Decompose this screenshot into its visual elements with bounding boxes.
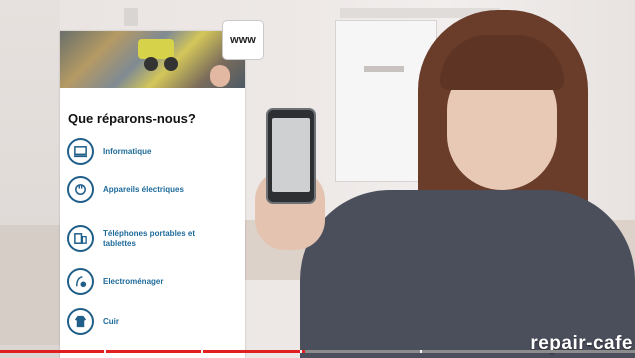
wall-socket [124, 8, 138, 26]
website-button[interactable]: www [222, 20, 264, 60]
chapter-marker [104, 350, 106, 353]
hero-image [60, 31, 245, 88]
jacket-icon [67, 308, 94, 335]
overlay-card: Que réparons-nous? Informatique Appareil… [60, 31, 245, 358]
chapter-marker [201, 350, 203, 353]
phone-screen [272, 118, 310, 192]
category-label: Appareils électriques [103, 184, 184, 194]
category-cuir[interactable]: Cuir [67, 308, 223, 335]
overlay-heading: Que réparons-nous? [68, 111, 196, 126]
category-telephones-tablettes[interactable]: Téléphones portables et tablettes [67, 225, 223, 252]
category-appareils-electriques[interactable]: Appareils électriques [67, 176, 223, 203]
category-informatique[interactable]: Informatique [67, 138, 223, 165]
video-frame[interactable]: Que réparons-nous? Informatique Appareil… [0, 0, 635, 358]
vacuum-icon [67, 268, 94, 295]
category-label: Cuir [103, 316, 119, 326]
chapter-marker [300, 350, 302, 353]
chapter-marker [420, 350, 422, 353]
plug-icon [67, 176, 94, 203]
laptop-icon [67, 138, 94, 165]
devices-icon [67, 225, 94, 252]
category-label: Informatique [103, 146, 152, 156]
category-label: Electroménager [103, 276, 164, 286]
progress-bar-fill[interactable] [0, 350, 305, 353]
held-phone [266, 108, 316, 204]
category-electromenager[interactable]: Electroménager [67, 268, 223, 295]
category-label: Téléphones portables et tablettes [103, 228, 196, 248]
